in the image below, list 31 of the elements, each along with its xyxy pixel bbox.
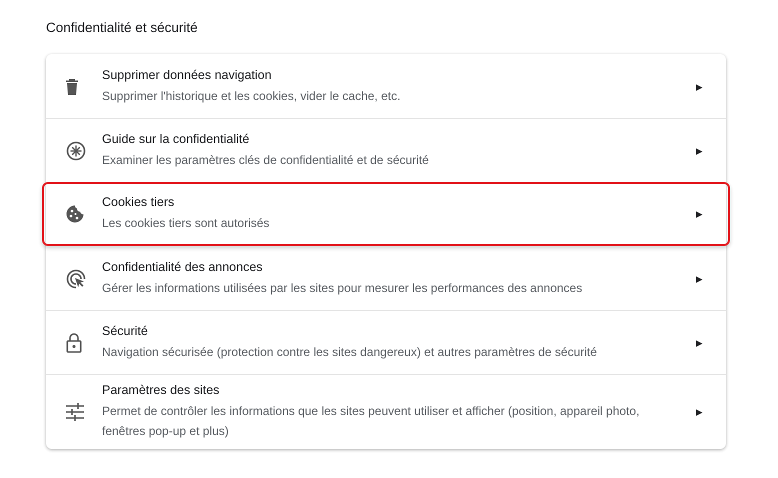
- arrow-icon: ▸: [696, 404, 706, 420]
- row-title: Confidentialité des annonces: [102, 260, 264, 274]
- row-description: Les cookies tiers sont autorisés: [102, 215, 270, 232]
- settings-row[interactable]: Supprimer données navigation Supprimer l'historique et les cookies, vider le cache, etc. ▸: [46, 54, 726, 118]
- row-title: Guide sur la confidentialité: [102, 132, 250, 146]
- lock-icon: [66, 332, 82, 352]
- section-title: Confidentialité et sécurité: [46, 20, 199, 37]
- settings-row[interactable]: Sécurité Navigation sécurisée (protection contre les sites dangereux) et autres paramètres de sécurité ▸: [46, 310, 726, 374]
- arrow-icon: ▸: [696, 142, 706, 158]
- row-description: Examiner les paramètres clés de confidentialité et de sécurité: [102, 152, 430, 168]
- arrow-icon: ▸: [696, 334, 706, 350]
- settings-row[interactable]: Confidentialité des annonces Gérer les informations utilisées par les sites pour mesurer les performances des annonces ▸: [46, 246, 726, 310]
- row-title: Sécurité: [102, 324, 149, 338]
- row-title: Supprimer données navigation: [102, 68, 273, 82]
- row-title: Cookies tiers: [102, 195, 176, 209]
- sliders-icon: [66, 403, 84, 421]
- arrow-icon: ▸: [696, 78, 706, 94]
- arrow-icon: ▸: [696, 206, 706, 222]
- row-title: Paramètres des sites: [102, 383, 220, 397]
- row-description: Navigation sécurisée (protection contre les sites dangereux) et autres paramètres de sécurité: [102, 344, 598, 360]
- target-cursor-icon: [66, 268, 86, 288]
- trash-icon: [66, 78, 78, 94]
- compass-icon: [66, 140, 86, 160]
- row-description: Supprimer l'historique et les cookies, vider le cache, etc.: [102, 88, 402, 104]
- row-description: Permet de contrôler les informations que les sites peuvent utiliser et afficher (position, appareil photo, fenêtres pop-up et plus): [102, 403, 640, 440]
- settings-row[interactable]: Guide sur la confidentialité Examiner les paramètres clés de confidentialité et de sécurité ▸: [46, 118, 726, 182]
- settings-row[interactable]: Cookies tiers Les cookies tiers sont autorisés ▸: [42, 182, 730, 246]
- row-description: Gérer les informations utilisées par les sites pour mesurer les performances des annonces: [102, 280, 584, 296]
- settings-row[interactable]: Paramètres des sites Permet de contrôler les informations que les sites peuvent utiliser et afficher (position, appareil photo, fenêtres pop-up et plus) ▸: [46, 374, 726, 449]
- cookie-icon: [66, 205, 84, 223]
- arrow-icon: ▸: [696, 270, 706, 286]
